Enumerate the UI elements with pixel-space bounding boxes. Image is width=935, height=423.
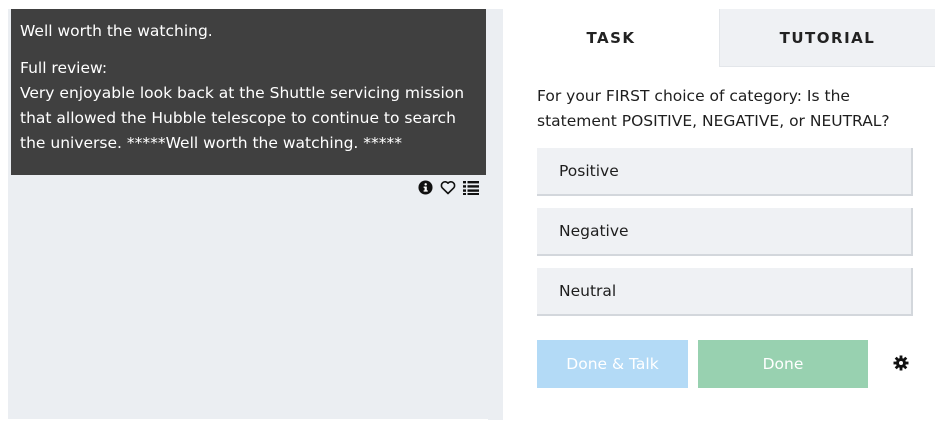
review-label: Full review:: [20, 59, 108, 77]
subject-pane: Well worth the watching. Full review: Ve…: [8, 9, 488, 419]
subject-title: Well worth the watching.: [20, 22, 213, 40]
gear-icon[interactable]: [893, 355, 909, 371]
done-and-talk-button[interactable]: Done & Talk: [537, 340, 688, 388]
tab-tutorial[interactable]: TUTORIAL: [719, 9, 935, 67]
task-question: For your FIRST choice of category: Is th…: [537, 87, 890, 130]
answer-positive[interactable]: Positive: [537, 148, 913, 196]
task-pane: TASK TUTORIAL For your FIRST choice of c…: [503, 9, 935, 420]
info-icon[interactable]: [418, 179, 433, 195]
tab-task[interactable]: TASK: [503, 9, 719, 67]
list-icon[interactable]: [463, 180, 479, 195]
subject-toolbar: [418, 179, 479, 195]
done-button[interactable]: Done: [698, 340, 868, 388]
heart-icon[interactable]: [440, 180, 456, 195]
subject-viewer: Well worth the watching. Full review: Ve…: [11, 9, 486, 175]
review-text: Very enjoyable look back at the Shuttle …: [20, 84, 465, 152]
subject-spacer: [20, 44, 478, 56]
pane-divider: [488, 9, 503, 420]
answer-neutral[interactable]: Neutral: [537, 268, 913, 316]
answer-negative[interactable]: Negative: [537, 208, 913, 256]
task-tabs: TASK TUTORIAL: [503, 9, 935, 67]
